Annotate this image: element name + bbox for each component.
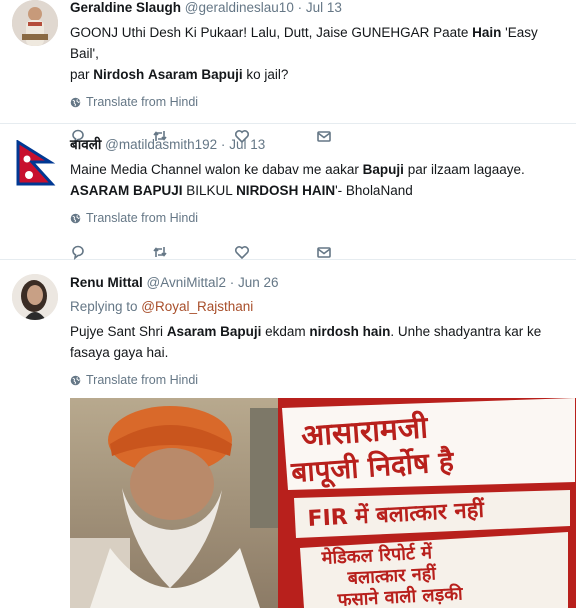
separator-dot: · (297, 0, 303, 15)
translate-link[interactable]: Translate from Hindi (70, 210, 568, 226)
tweet-header: Geraldine Slaugh @geraldineslau10 · Jul … (70, 0, 568, 17)
avatar-geraldine[interactable] (12, 0, 58, 46)
tweet-header: Renu Mittal @AvniMittal2 · Jun 26 (70, 274, 568, 292)
retweet-icon (153, 247, 167, 257)
translate-label: Translate from Hindi (86, 373, 199, 387)
tweet-text: GOONJ Uthi Desh Ki Pukaar! Lalu, Dutt, J… (70, 25, 538, 82)
tweet-text: Pujye Sant Shri Asaram Bapuji ekdam nird… (70, 324, 542, 360)
reply-button[interactable] (70, 244, 152, 260)
tweet-date[interactable]: Jul 13 (306, 0, 342, 15)
action-bar (70, 242, 568, 262)
retweet-button[interactable] (152, 244, 234, 260)
tweet-header: बावली @matildasmith192 · Jul 13 (70, 136, 568, 154)
replying-prefix: Replying to (70, 299, 142, 314)
translate-link[interactable]: Translate from Hindi (70, 94, 568, 110)
reply-icon (72, 245, 84, 260)
avatar-bawali[interactable] (12, 140, 58, 186)
globe-icon (70, 213, 81, 223)
separator-dot: · (220, 137, 226, 152)
message-icon (317, 247, 331, 258)
tweet-date[interactable]: Jun 26 (238, 275, 279, 290)
separator-dot: · (229, 275, 235, 290)
display-name[interactable]: Renu Mittal (70, 275, 143, 290)
translate-label: Translate from Hindi (86, 95, 199, 109)
user-handle[interactable]: @geraldineslau10 (185, 0, 294, 15)
user-handle[interactable]: @matildasmith192 (105, 137, 217, 152)
tweet-text: Maine Media Channel walon ke dabav me aa… (70, 162, 525, 198)
media-photo: आसारामजी बापूजी निर्दोष है FIR में बलात्… (70, 398, 576, 608)
message-button[interactable] (316, 244, 398, 260)
tweet-2[interactable]: बावली @matildasmith192 · Jul 13 Maine Me… (0, 124, 576, 260)
replying-to: Replying to @Royal_Rajsthani (70, 298, 568, 316)
tweet-date[interactable]: Jul 13 (229, 137, 265, 152)
globe-icon (70, 97, 81, 107)
translate-link[interactable]: Translate from Hindi (70, 372, 568, 388)
tweet-media-image[interactable]: आसारामजी बापूजी निर्दोष है FIR में बलात्… (70, 398, 576, 608)
like-button[interactable] (234, 244, 316, 260)
avatar-renu[interactable] (12, 274, 58, 320)
globe-icon (70, 375, 81, 385)
replying-to-link[interactable]: @Royal_Rajsthani (141, 299, 253, 314)
display-name[interactable]: बावली (70, 137, 101, 152)
tweet-1[interactable]: Geraldine Slaugh @geraldineslau10 · Jul … (0, 0, 576, 144)
user-handle[interactable]: @AvniMittal2 (147, 275, 226, 290)
display-name[interactable]: Geraldine Slaugh (70, 0, 181, 15)
translate-label: Translate from Hindi (86, 211, 199, 225)
like-icon (234, 246, 250, 260)
